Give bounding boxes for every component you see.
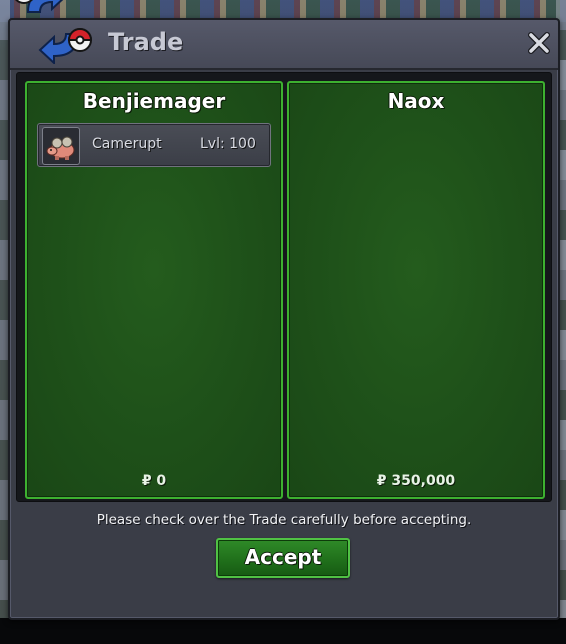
trade-swap-pokeball-icon — [8, 0, 98, 66]
partner-money-offer: ₽ 350,000 — [376, 473, 456, 489]
partner-offer-panel: Naox ₽ 350,000 — [287, 81, 545, 499]
background-bottom-bar — [0, 618, 566, 644]
trade-notice-text: Please check over the Trade carefully be… — [96, 512, 472, 528]
trade-offers-area: Benjiemager Camerupt Lvl: 100 ₽ 0 Naox ₽… — [16, 72, 552, 502]
my-offer-panel[interactable]: Benjiemager Camerupt Lvl: 100 ₽ 0 — [25, 81, 283, 499]
pokemon-level: Lvl: 100 — [200, 136, 256, 152]
accept-button-label: Accept — [244, 545, 322, 569]
my-money-offer: ₽ 0 — [141, 473, 167, 489]
offered-pokemon-slot[interactable]: Camerupt Lvl: 100 — [37, 123, 271, 167]
close-button[interactable] — [526, 30, 552, 56]
camerupt-portrait-icon — [42, 127, 80, 165]
game-scene: Trade Benjiemager Camerupt Lvl: 100 ₽ 0 … — [0, 0, 566, 644]
my-player-name: Benjiemager — [82, 89, 226, 113]
window-title: Trade — [108, 28, 184, 56]
partner-player-name: Naox — [387, 89, 445, 113]
pokemon-name: Camerupt — [92, 136, 162, 152]
accept-button[interactable]: Accept — [216, 538, 350, 578]
close-icon — [528, 32, 550, 54]
trade-window: Trade Benjiemager Camerupt Lvl: 100 ₽ 0 … — [8, 18, 560, 620]
